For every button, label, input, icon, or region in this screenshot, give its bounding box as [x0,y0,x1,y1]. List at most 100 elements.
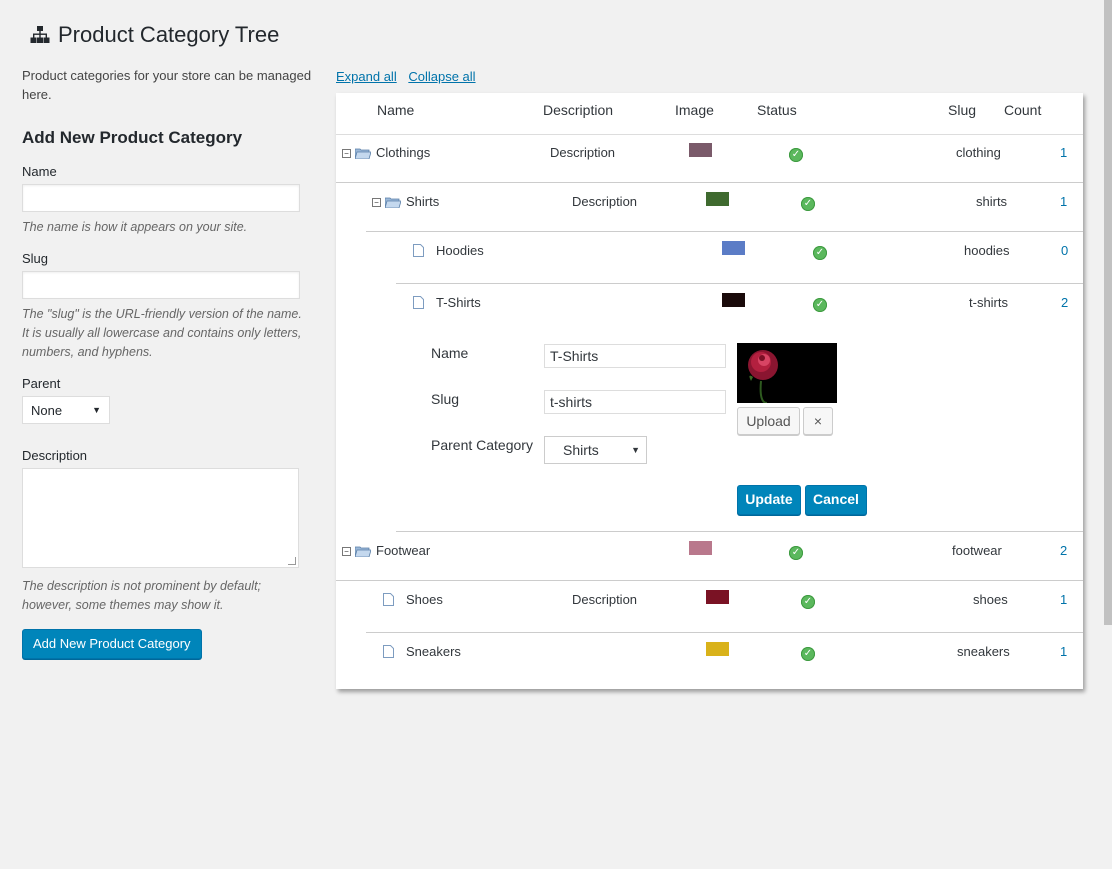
document-icon [383,645,394,658]
tree-row-hoodies[interactable]: Hoodies ✓ hoodies 0 [396,232,1083,284]
edit-parent-label: Parent Category [431,437,533,453]
category-thumbnail [722,293,745,307]
parent-label: Parent [22,376,61,391]
edit-name-label: Name [431,345,469,361]
page-title: Product Category Tree [58,22,280,47]
folder-open-icon [385,197,401,208]
remove-image-button[interactable]: × [803,407,833,435]
category-tree: Name Description Image Status Slug Count… [336,93,1083,689]
row-count[interactable]: 1 [1060,194,1067,209]
row-name: Clothings [376,145,431,160]
status-ok-icon: ✓ [801,595,815,609]
row-name: Footwear [376,543,431,558]
row-description: Description [572,194,638,209]
slug-input[interactable] [22,271,300,299]
add-category-button[interactable]: Add New Product Category [22,629,202,659]
status-ok-icon: ✓ [813,298,827,312]
row-count[interactable]: 2 [1061,295,1068,310]
page-scrollbar[interactable] [1104,0,1112,625]
col-description: Description [543,102,614,118]
collapse-toggle-icon[interactable]: − [342,149,351,158]
description-hint: The description is not prominent by defa… [22,579,262,612]
folder-open-icon [355,546,371,557]
row-slug: footwear [952,543,1002,558]
row-slug: shoes [973,592,1008,607]
resize-grip-icon[interactable] [288,557,296,565]
row-name: Shirts [406,194,440,209]
tree-row-clothings[interactable]: − Clothings Description ✓ clothing 1 [336,134,1083,183]
document-icon [383,593,394,606]
form-intro: Product categories for your store can be… [22,68,312,102]
edit-slug-label: Slug [431,391,460,407]
add-category-form: Product categories for your store can be… [22,66,312,659]
expand-all-link[interactable]: Expand all [336,69,397,84]
tree-row-footwear[interactable]: − Footwear ✓ footwear 2 [336,532,1083,581]
upload-button[interactable]: Upload [737,407,800,435]
row-count[interactable]: 2 [1060,543,1067,558]
row-slug: t-shirts [969,295,1008,310]
name-hint: The name is how it appears on your site. [22,220,248,234]
chevron-down-icon: ▼ [92,405,101,415]
category-thumbnail [706,590,729,604]
status-ok-icon: ✓ [789,546,803,560]
row-count[interactable]: 0 [1061,243,1068,258]
sitemap-icon [30,26,50,43]
parent-select[interactable]: None ▼ [22,396,110,424]
row-description: Description [572,592,638,607]
folder-open-icon [355,148,371,159]
row-slug: sneakers [957,644,1010,659]
parent-select-value: None [31,402,63,418]
description-textarea[interactable] [22,468,299,568]
chevron-down-icon: ▼ [631,445,640,455]
document-icon [413,296,424,309]
row-count[interactable]: 1 [1060,592,1067,607]
tree-row-sneakers[interactable]: Sneakers ✓ sneakers 1 [366,633,1083,681]
name-input[interactable] [22,184,300,212]
collapse-all-link[interactable]: Collapse all [408,69,475,84]
slug-hint: The "slug" is the URL-friendly version o… [22,307,302,359]
col-count: Count [1004,102,1042,118]
edit-parent-value: Shirts [563,442,599,458]
category-thumbnail [689,541,712,555]
collapse-toggle-icon[interactable]: − [342,547,351,556]
row-name: Hoodies [436,243,484,258]
update-button[interactable]: Update [737,485,801,515]
collapse-toggle-icon[interactable]: − [372,198,381,207]
col-status: Status [757,102,797,118]
edit-slug-input[interactable]: t-shirts [544,390,726,414]
row-name: Sneakers [406,644,461,659]
tree-header: Name Description Image Status Slug Count [336,93,1083,135]
row-count[interactable]: 1 [1060,644,1067,659]
description-label: Description [22,448,88,463]
edit-name-input[interactable]: T-Shirts [544,344,726,368]
category-thumbnail [706,192,729,206]
col-name: Name [377,102,415,118]
tree-row-shirts[interactable]: − Shirts Description ✓ shirts 1 [366,183,1083,232]
form-heading: Add New Product Category [22,128,243,147]
col-slug: Slug [948,102,977,118]
row-name: T-Shirts [436,295,481,310]
cancel-button[interactable]: Cancel [805,485,867,515]
status-ok-icon: ✓ [801,197,815,211]
status-ok-icon: ✓ [801,647,815,661]
category-thumbnail [706,642,729,656]
category-thumbnail [722,241,745,255]
row-slug: shirts [976,194,1008,209]
slug-label: Slug [22,251,49,266]
tree-links: Expand all Collapse all [336,69,484,84]
status-ok-icon: ✓ [813,246,827,260]
row-slug: hoodies [964,243,1010,258]
col-image: Image [675,102,714,118]
row-slug: clothing [956,145,1001,160]
edit-parent-select[interactable]: Shirts ▼ [544,436,647,464]
row-description: Description [550,145,616,160]
category-thumbnail [689,143,712,157]
name-label: Name [22,164,57,179]
page-header: Product Category Tree [30,22,279,48]
document-icon [413,244,424,257]
status-ok-icon: ✓ [789,148,803,162]
row-count[interactable]: 1 [1060,145,1067,160]
tree-row-shoes[interactable]: Shoes Description ✓ shoes 1 [366,581,1083,633]
tree-row-t-shirts[interactable]: T-Shirts ✓ t-shirts 2 Name T-Shirts Slug… [396,284,1083,532]
row-name: Shoes [406,592,443,607]
